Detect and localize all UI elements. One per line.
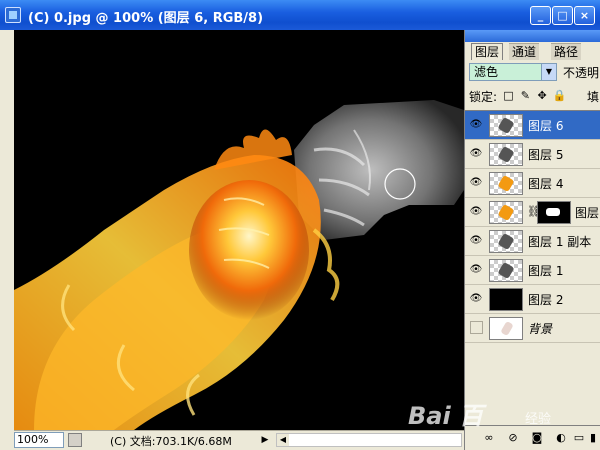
visibility-eye-icon[interactable]: 👁: [468, 291, 484, 307]
layer-thumbnail: [489, 201, 523, 224]
panel-title-strip[interactable]: [465, 30, 600, 42]
layer-thumbnail: [489, 114, 523, 137]
add-mask-icon[interactable]: ◙: [529, 430, 545, 446]
fill-label: 填: [587, 90, 600, 104]
photoshop-document-icon: [5, 7, 21, 23]
lock-icons: □ ✎ ✥ 🔒: [502, 88, 566, 102]
blend-row: 滤色 ▼ 不透明: [469, 63, 600, 83]
layer-thumbnail: [489, 288, 523, 311]
panel-bottom-toolbar: ∞ ⊘ ◙ ◐ ▭ ▮: [465, 425, 600, 450]
chevron-down-icon[interactable]: ▼: [541, 64, 556, 80]
maximize-button[interactable]: □: [552, 6, 573, 25]
new-layer-icon[interactable]: ▮: [585, 430, 600, 446]
status-preview-icon[interactable]: [68, 433, 82, 447]
layer-row[interactable]: 背景: [465, 314, 600, 343]
layer-row[interactable]: 👁 图层 1 副本: [465, 227, 600, 256]
panel-tabs: 图层 通道 路径: [465, 42, 600, 60]
visibility-eye-icon[interactable]: 👁: [468, 262, 484, 278]
lock-transparency-icon[interactable]: □: [502, 89, 515, 102]
tab-channels[interactable]: 通道: [509, 43, 540, 60]
layer-name: 图层 4: [528, 177, 564, 191]
layer-name: 图层 5: [528, 148, 564, 162]
blend-mode-select[interactable]: 滤色 ▼: [469, 63, 557, 81]
visibility-eye-icon[interactable]: 👁: [468, 117, 484, 133]
window-left-edge: [0, 30, 14, 450]
layer-name: 图层: [575, 206, 600, 220]
minimize-button[interactable]: _: [530, 6, 551, 25]
layer-name: 图层 6: [528, 119, 564, 133]
zoom-field[interactable]: 100%: [14, 432, 64, 448]
adjustment-layer-icon[interactable]: ◐: [553, 430, 569, 446]
layer-name: 图层 1 副本: [528, 235, 592, 249]
layer-row[interactable]: 👁 图层 1: [465, 256, 600, 285]
window-titlebar[interactable]: (C) 0.jpg @ 100% (图层 6, RGB/8) _ □ ×: [0, 0, 600, 30]
layer-thumbnail: [489, 230, 523, 253]
lock-all-icon[interactable]: 🔒: [552, 89, 566, 102]
lock-position-icon[interactable]: ✥: [536, 89, 549, 102]
layer-name: 图层 1: [528, 264, 564, 278]
layer-mask-thumbnail[interactable]: [537, 201, 571, 224]
visibility-eye-icon[interactable]: 👁: [468, 204, 484, 220]
layer-thumbnail: [489, 259, 523, 282]
status-menu-arrow-icon[interactable]: ▶: [258, 433, 272, 447]
tab-layers[interactable]: 图层: [471, 43, 504, 60]
layer-thumbnail: [489, 317, 523, 340]
layer-row[interactable]: 👁 图层 6: [465, 111, 600, 140]
layer-thumbnail: [489, 172, 523, 195]
window-title: (C) 0.jpg @ 100% (图层 6, RGB/8): [28, 11, 264, 26]
document-size-info: (C) 文档:703.1K/6.68M: [110, 435, 232, 448]
canvas-artwork: [14, 100, 464, 430]
lock-paint-icon[interactable]: ✎: [519, 89, 532, 102]
lock-row: 锁定: □ ✎ ✥ 🔒 填: [469, 88, 600, 104]
visibility-eye-icon[interactable]: 👁: [468, 233, 484, 249]
layer-name: 图层 2: [528, 293, 564, 307]
layers-list: 👁 图层 6 👁 图层 5 👁 图层 4 👁 ⛓ 图层 👁 图层 1 副本 👁 …: [465, 110, 600, 421]
lock-label: 锁定:: [469, 90, 498, 104]
visibility-toggle-empty[interactable]: [470, 321, 483, 334]
close-button[interactable]: ×: [574, 6, 595, 25]
flaming-fist: [14, 129, 340, 430]
document-canvas[interactable]: [14, 30, 464, 430]
layer-row[interactable]: 👁 图层 2: [465, 285, 600, 314]
opacity-label: 不透明: [563, 66, 600, 80]
layer-row[interactable]: 👁 图层 4: [465, 169, 600, 198]
layer-row[interactable]: 👁 图层 5: [465, 140, 600, 169]
tab-paths[interactable]: 路径: [551, 43, 582, 60]
visibility-eye-icon[interactable]: 👁: [468, 175, 484, 191]
layer-style-icon[interactable]: ⊘: [505, 430, 521, 446]
visibility-eye-icon[interactable]: 👁: [468, 146, 484, 162]
status-bar: 100% (C) 文档:703.1K/6.68M ▶ ◀: [14, 430, 464, 450]
layers-panel: 图层 通道 路径 滤色 ▼ 不透明 锁定: □ ✎ ✥ 🔒 填 👁 图层 6 👁…: [464, 30, 600, 450]
layer-thumbnail: [489, 143, 523, 166]
layer-name: 背景: [528, 322, 553, 336]
blend-mode-value: 滤色: [474, 65, 499, 79]
layer-row[interactable]: 👁 ⛓ 图层: [465, 198, 600, 227]
horizontal-scrollbar[interactable]: ◀: [276, 433, 462, 447]
link-layers-icon[interactable]: ∞: [481, 430, 497, 446]
scroll-left-icon[interactable]: ◀: [277, 434, 289, 446]
